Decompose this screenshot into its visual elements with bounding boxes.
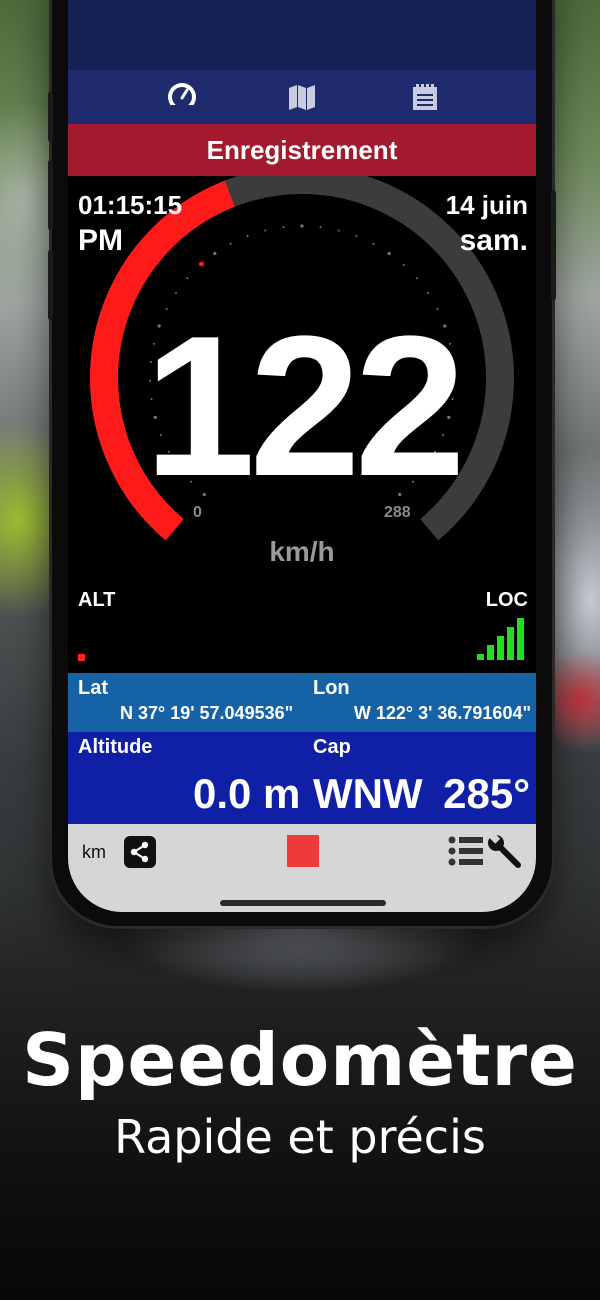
gauge-tick bbox=[402, 264, 405, 267]
notepad-icon bbox=[413, 84, 437, 110]
gps-signal-icon bbox=[477, 614, 529, 660]
phone-side-button bbox=[48, 250, 53, 320]
history-list-button[interactable] bbox=[447, 834, 485, 868]
signal-bar bbox=[507, 627, 514, 660]
current-weekday: sam. bbox=[459, 224, 528, 257]
time-period: PM bbox=[78, 224, 123, 257]
tab-bar bbox=[68, 70, 536, 124]
gauge-marker bbox=[198, 261, 204, 267]
list-icon bbox=[448, 836, 483, 866]
status-area bbox=[68, 0, 536, 70]
signal-bar bbox=[477, 654, 484, 660]
share-icon bbox=[130, 841, 149, 863]
bottom-toolbar: km bbox=[68, 824, 536, 912]
speed-unit: km/h bbox=[269, 536, 335, 567]
gauge-tick bbox=[174, 292, 177, 295]
altitude-label: Altitude bbox=[78, 736, 153, 758]
recording-button[interactable]: Enregistrement bbox=[68, 124, 536, 176]
gauge-tick bbox=[229, 242, 232, 245]
tab-log[interactable] bbox=[408, 80, 442, 114]
share-button[interactable] bbox=[124, 836, 156, 868]
altitude-value: 0.0 m bbox=[193, 770, 301, 817]
speed-dashboard: 01:15:15 PM 14 juin sam. 122 0 288 km/h … bbox=[68, 176, 536, 673]
promo-headline: Speedomètre bbox=[22, 1018, 578, 1102]
settings-button[interactable] bbox=[486, 830, 524, 871]
heading-direction: WNW bbox=[313, 770, 423, 817]
altitude-indicator-label: ALT bbox=[78, 589, 116, 611]
gauge-tick bbox=[282, 226, 285, 229]
gauge-tick bbox=[186, 277, 189, 280]
gauge-tick bbox=[213, 251, 217, 256]
latitude-label: Lat bbox=[78, 677, 108, 699]
gauge-tick bbox=[319, 226, 322, 229]
longitude-label: Lon bbox=[313, 677, 350, 699]
altitude-heading-panel: Altitude 0.0 m Cap WNW 285° bbox=[68, 732, 536, 824]
altitude-indicator bbox=[78, 654, 85, 661]
promo-subheadline: Rapide et précis bbox=[114, 1110, 486, 1164]
gauge-tick bbox=[415, 277, 418, 280]
signal-bar bbox=[487, 645, 494, 660]
gauge-tick bbox=[372, 242, 375, 245]
gauge-tick bbox=[427, 292, 430, 295]
phone-screen: Enregistrement 01:15:15 PM 14 juin sam. … bbox=[68, 0, 536, 912]
signal-bar bbox=[517, 618, 524, 660]
phone-side-button bbox=[48, 160, 53, 230]
heading-degrees: 285° bbox=[443, 770, 530, 817]
phone-side-button bbox=[48, 92, 53, 142]
unit-toggle[interactable]: km bbox=[82, 842, 106, 863]
gauge-max-label: 288 bbox=[384, 504, 411, 521]
tab-speedometer[interactable] bbox=[165, 80, 199, 114]
heading-label: Cap bbox=[313, 736, 351, 758]
stop-button[interactable] bbox=[287, 835, 319, 867]
current-date: 14 juin bbox=[445, 190, 528, 220]
gauge-tick bbox=[355, 235, 358, 238]
phone-power-button bbox=[551, 190, 556, 300]
speed-value: 122 bbox=[144, 295, 466, 518]
coordinates-panel: Lat N 37° 19' 57.049536" Lon W 122° 3' 3… bbox=[68, 673, 536, 732]
gauge-min-label: 0 bbox=[193, 504, 202, 521]
location-indicator-label: LOC bbox=[485, 589, 528, 611]
signal-bar bbox=[497, 636, 504, 660]
tab-map[interactable] bbox=[285, 80, 319, 114]
home-indicator[interactable] bbox=[220, 900, 386, 906]
map-icon bbox=[289, 85, 315, 110]
latitude-value: N 37° 19' 57.049536" bbox=[120, 703, 294, 723]
current-time: 01:15:15 bbox=[78, 190, 183, 220]
gauge-tick bbox=[264, 229, 267, 232]
gauge-tick bbox=[300, 224, 304, 228]
gauge-tick bbox=[337, 229, 340, 232]
gauge-tick bbox=[246, 235, 249, 238]
longitude-value: W 122° 3' 36.791604" bbox=[353, 703, 531, 723]
wrench-icon bbox=[486, 830, 521, 868]
gauge-tick bbox=[387, 251, 391, 256]
recording-label: Enregistrement bbox=[206, 134, 398, 165]
speedometer-icon bbox=[168, 83, 196, 113]
